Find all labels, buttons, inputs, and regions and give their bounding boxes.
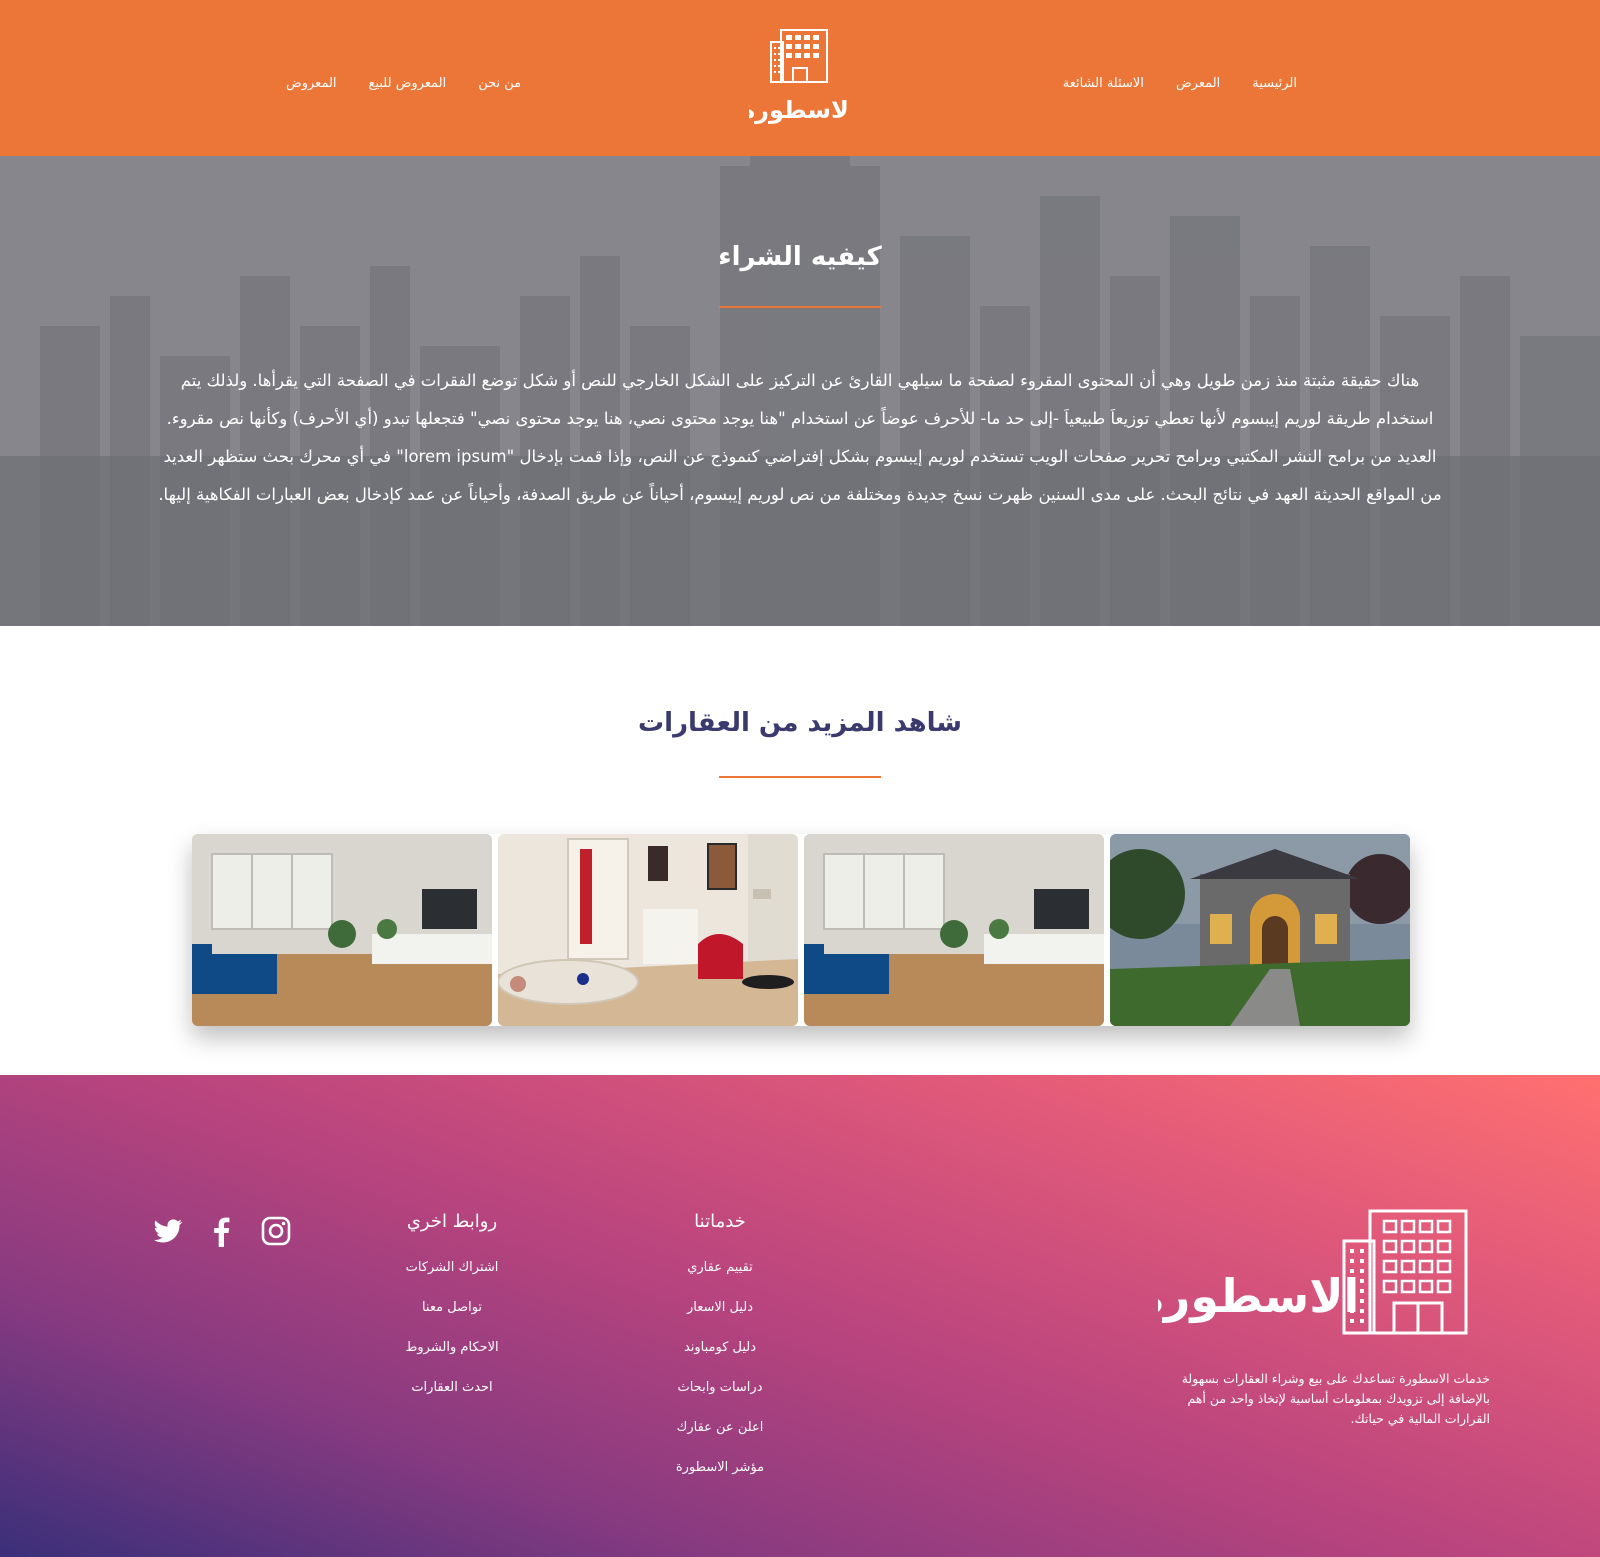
property-photo[interactable]	[192, 834, 492, 1026]
site-footer: روابط اخري اشتراك الشركات تواصل معنا الا…	[0, 1075, 1600, 1557]
nav-about[interactable]: من نحن	[478, 76, 521, 91]
link-ostoura-index[interactable]: مؤشر الاسطورة	[640, 1448, 800, 1488]
site-logo[interactable]: الاسطورة	[749, 28, 849, 126]
nav-gallery[interactable]: المعرض	[1176, 76, 1220, 91]
nav-home[interactable]: الرئيسية	[1252, 76, 1297, 91]
link-company-subscription[interactable]: اشتراك الشركات	[372, 1248, 532, 1288]
section-body-text: هناك حقيقة مثبتة منذ زمن طويل وهي أن الم…	[158, 371, 1442, 504]
link-studies-research[interactable]: دراسات وابحاث	[640, 1368, 800, 1408]
title-underline	[719, 306, 881, 308]
property-photo[interactable]	[804, 834, 1104, 1026]
link-terms[interactable]: الاحكام والشروط	[372, 1328, 532, 1368]
main-nav-right: الرئيسية المعرض الاسئلة الشائعة	[1063, 76, 1297, 91]
footer-logo[interactable]: الاسطورة	[1137, 1207, 1470, 1337]
link-price-guide[interactable]: دليل الاسعار	[640, 1288, 800, 1328]
more-properties-title: شاهد المزيد من العقارات	[638, 708, 962, 738]
property-gallery	[192, 834, 1410, 1026]
other-links-title: روابط اخري	[406, 1211, 498, 1232]
facebook-icon[interactable]	[206, 1215, 238, 1247]
services-column: خدماتنا تقييم عقاري دليل الاسعار دليل كو…	[640, 1211, 800, 1488]
site-header: الرئيسية المعرض الاسئلة الشائعة الاسطورة	[0, 0, 1600, 156]
link-latest-properties[interactable]: احدث العقارات	[372, 1368, 532, 1408]
link-property-valuation[interactable]: تقييم عقاري	[640, 1248, 800, 1288]
nav-listings[interactable]: المعروض	[286, 76, 337, 91]
link-advertise-property[interactable]: اعلن عن عقارك	[640, 1408, 800, 1448]
twitter-icon[interactable]	[152, 1215, 184, 1247]
instagram-icon[interactable]	[260, 1215, 292, 1247]
services-title: خدماتنا	[694, 1211, 746, 1232]
nav-for-sale[interactable]: المعروض للبيع	[369, 76, 447, 91]
how-to-buy-section: كيفيه الشراء هناك حقيقة مثبتة منذ زمن طو…	[0, 156, 1600, 626]
building-logo-icon: الاسطورة	[749, 29, 849, 124]
link-compound-guide[interactable]: دليل كومباوند	[640, 1328, 800, 1368]
svg-text:الاسطورة: الاسطورة	[1158, 1269, 1359, 1323]
living-room-photo	[804, 834, 1104, 1026]
svg-text:الاسطورة: الاسطورة	[749, 96, 849, 124]
house-exterior-photo	[1110, 834, 1410, 1026]
property-photo[interactable]	[498, 834, 798, 1026]
living-room-photo	[192, 834, 492, 1026]
other-links-column: روابط اخري اشتراك الشركات تواصل معنا الا…	[372, 1211, 532, 1408]
link-contact-us[interactable]: تواصل معنا	[372, 1288, 532, 1328]
title-underline	[719, 776, 881, 778]
nav-faq[interactable]: الاسئلة الشائعة	[1063, 76, 1144, 91]
property-photo[interactable]	[1110, 834, 1410, 1026]
red-armchair-room-photo	[498, 834, 798, 1026]
footer-about-text: خدمات الاسطورة تساعدك على بيع وشراء العق…	[1181, 1371, 1490, 1426]
section-title: كيفيه الشراء	[718, 242, 882, 272]
building-logo-icon: الاسطورة	[1137, 1209, 1468, 1335]
main-nav-left: من نحن المعروض للبيع المعروض	[286, 76, 521, 91]
social-links	[152, 1215, 292, 1247]
